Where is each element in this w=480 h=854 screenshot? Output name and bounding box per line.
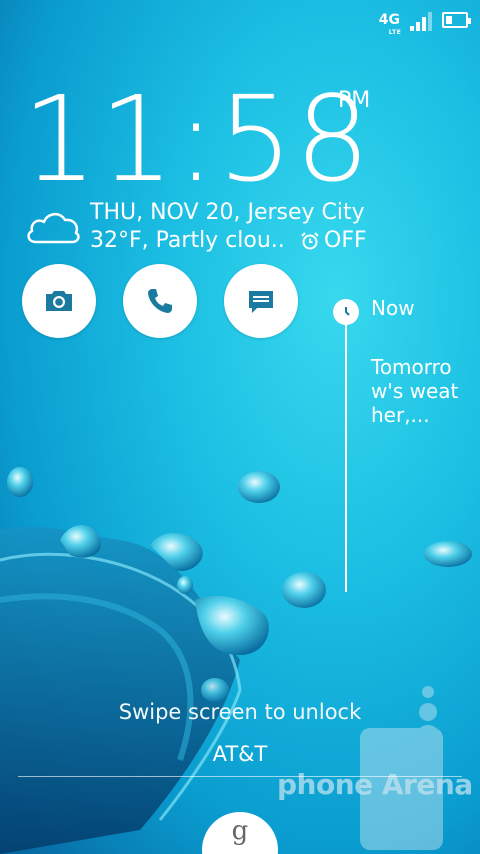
lock-screen[interactable]: 4G LTE 11:58 PM THU, NOV 20, Jersey City… <box>0 0 480 854</box>
battery-icon <box>442 12 471 28</box>
phone-icon <box>148 289 172 313</box>
message-icon <box>249 291 273 313</box>
watermark-text: phone Arena <box>277 768 473 801</box>
alarm-clock-icon <box>301 231 319 249</box>
alarm-status-label: OFF <box>324 228 367 253</box>
phone-shortcut-button[interactable] <box>123 264 197 338</box>
signal-strength-icon <box>410 9 432 31</box>
google-icon: g <box>231 816 249 846</box>
messages-shortcut-button[interactable] <box>224 264 298 338</box>
timeline-track <box>345 322 347 592</box>
lock-clock-ampm: PM <box>338 88 371 113</box>
timeline-entry[interactable]: Tomorrow's weather,... <box>371 355 471 427</box>
network-subtype: LTE <box>388 29 402 36</box>
clock-icon <box>333 299 359 325</box>
cloud-icon <box>27 213 80 244</box>
unlock-hint: Swipe screen to unlock <box>118 700 362 724</box>
status-bar: 4G LTE <box>379 8 471 36</box>
camera-shortcut-button[interactable] <box>22 264 96 338</box>
weather-conditions[interactable]: 32°F, Partly clou.. <box>90 228 285 253</box>
network-indicator: 4G LTE <box>379 13 401 36</box>
divider <box>18 776 462 777</box>
camera-icon <box>46 291 72 311</box>
lock-clock-time: 11:58 <box>22 70 373 208</box>
carrier-label: AT&T <box>212 742 268 766</box>
weather-date-location[interactable]: THU, NOV 20, Jersey City <box>90 200 365 225</box>
alarm-status[interactable]: OFF <box>300 228 367 253</box>
timeline-now-label: Now <box>371 296 415 320</box>
